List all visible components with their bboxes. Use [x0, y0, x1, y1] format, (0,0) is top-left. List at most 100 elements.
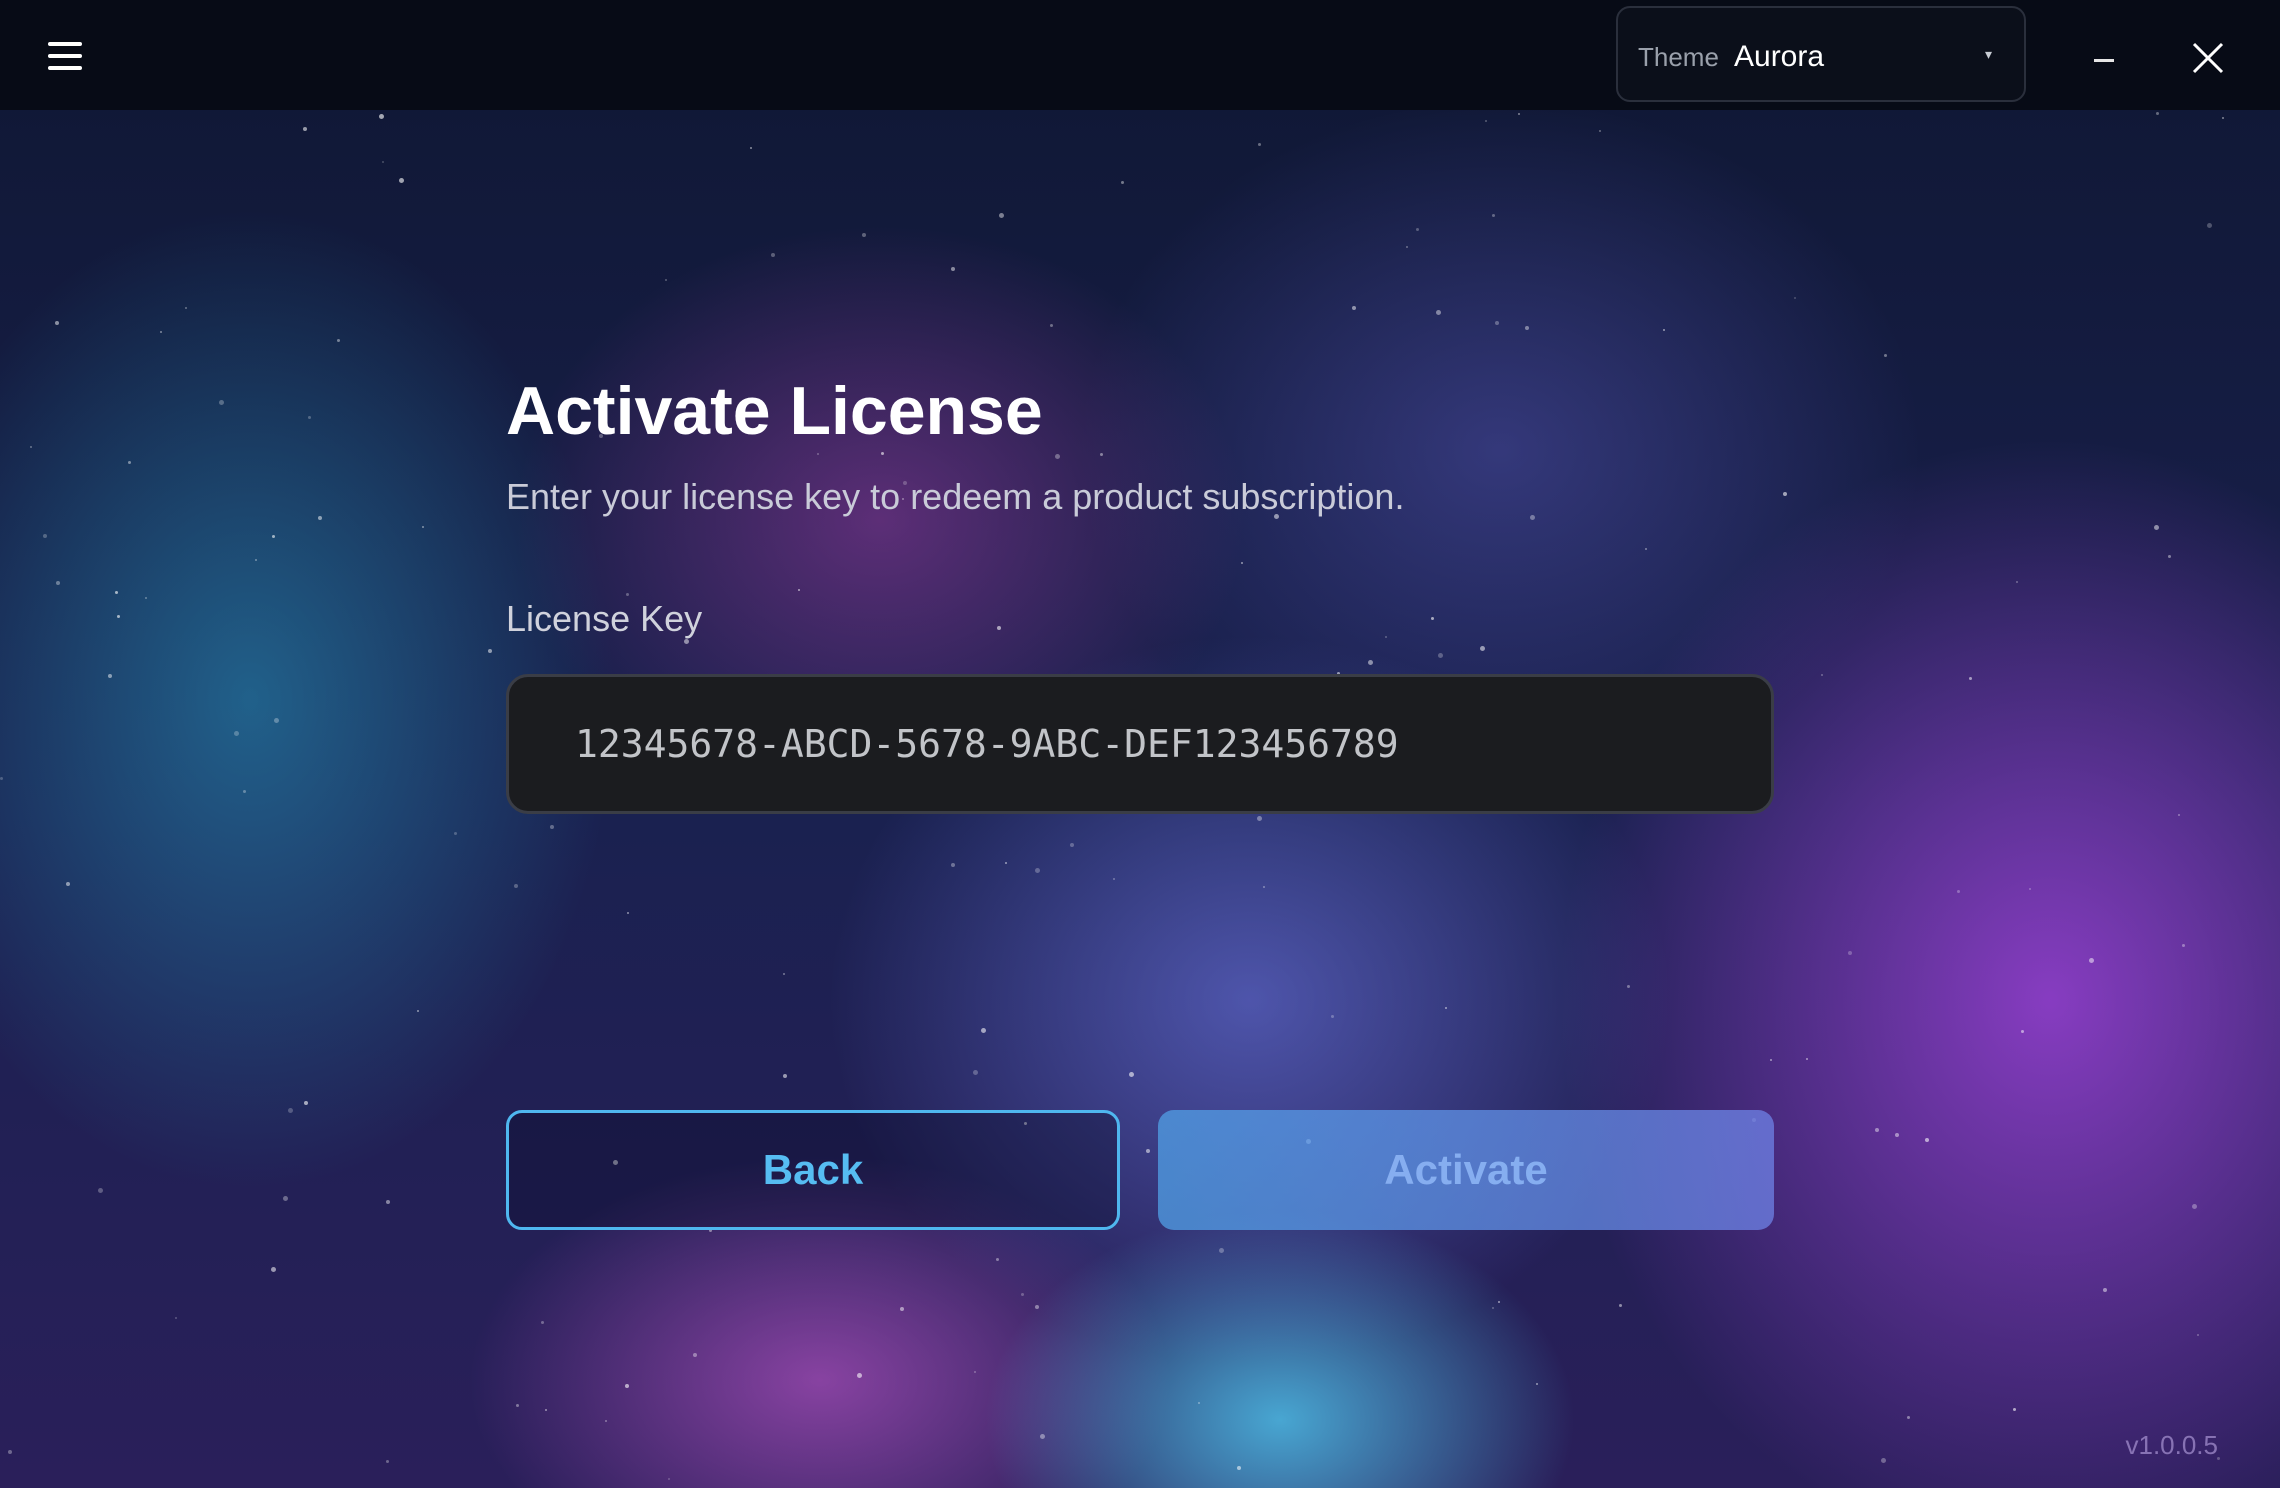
star-dot — [2154, 525, 2159, 530]
star-dot — [0, 777, 3, 780]
star-dot — [1875, 1128, 1879, 1132]
star-dot — [337, 339, 340, 342]
star-dot — [1113, 878, 1115, 880]
star-dot — [1881, 1458, 1886, 1463]
star-dot — [382, 161, 384, 163]
star-dot — [1198, 1402, 1200, 1404]
star-dot — [379, 114, 384, 119]
star-dot — [303, 127, 307, 131]
back-button[interactable]: Back — [506, 1110, 1120, 1230]
star-dot — [160, 331, 162, 333]
star-dot — [2182, 944, 2185, 947]
star-dot — [783, 973, 785, 975]
star-dot — [318, 516, 322, 520]
star-dot — [2207, 223, 2212, 228]
star-dot — [1806, 1058, 1808, 1060]
theme-dropdown[interactable]: Theme Aurora ▾ — [1616, 6, 2026, 102]
star-dot — [1258, 143, 1261, 146]
star-dot — [43, 534, 47, 538]
star-dot — [817, 453, 819, 455]
star-dot — [605, 1420, 607, 1422]
star-dot — [1536, 1383, 1538, 1385]
star-dot — [626, 593, 629, 596]
star-dot — [1480, 646, 1485, 651]
star-dot — [1263, 886, 1265, 888]
star-dot — [386, 1200, 390, 1204]
star-dot — [1663, 329, 1665, 331]
star-dot — [417, 1010, 419, 1012]
close-icon[interactable] — [2176, 20, 2240, 90]
star-dot — [1100, 453, 1103, 456]
version-label: v1.0.0.5 — [2125, 1430, 2218, 1460]
license-key-label: License Key — [506, 598, 703, 639]
star-dot — [1884, 354, 1887, 357]
star-dot — [1619, 1304, 1622, 1307]
star-dot — [1957, 890, 1960, 893]
star-dot — [1416, 228, 1419, 231]
star-dot — [1331, 1015, 1334, 1018]
star-dot — [1121, 181, 1124, 184]
star-dot — [2222, 117, 2224, 119]
license-key-input[interactable] — [506, 674, 1774, 814]
star-dot — [1495, 321, 1499, 325]
star-dot — [1021, 1293, 1024, 1296]
star-dot — [454, 832, 457, 835]
star-dot — [1368, 660, 1373, 665]
star-dot — [668, 1478, 670, 1480]
star-dot — [2029, 888, 2031, 890]
star-dot — [2156, 112, 2159, 115]
star-dot — [283, 1196, 288, 1201]
star-dot — [30, 446, 32, 448]
star-dot — [973, 1070, 978, 1075]
star-dot — [541, 1321, 544, 1324]
star-dot — [1492, 214, 1495, 217]
minimize-icon[interactable] — [2080, 20, 2144, 90]
star-dot — [1005, 862, 1007, 864]
activate-button[interactable]: Activate — [1158, 1110, 1774, 1230]
page-subtitle: Enter your license key to redeem a produ… — [506, 476, 1405, 517]
star-dot — [1055, 454, 1060, 459]
theme-selected-value: Aurora — [1734, 40, 1825, 73]
star-dot — [128, 461, 131, 464]
star-dot — [304, 1101, 308, 1105]
star-dot — [1050, 324, 1053, 327]
star-dot — [1498, 1301, 1500, 1303]
star-dot — [115, 591, 118, 594]
star-dot — [1237, 1466, 1241, 1470]
star-dot — [1645, 548, 1647, 550]
star-dot — [545, 1409, 547, 1411]
star-dot — [185, 307, 187, 309]
star-dot — [66, 882, 70, 886]
star-dot — [1895, 1133, 1899, 1137]
star-dot — [2168, 555, 2171, 558]
star-dot — [1385, 636, 1387, 638]
star-dot — [750, 147, 752, 149]
star-dot — [665, 279, 667, 281]
hamburger-menu-icon[interactable] — [44, 36, 88, 76]
star-dot — [1907, 1416, 1910, 1419]
star-dot — [288, 1108, 293, 1113]
star-dot — [2089, 958, 2094, 963]
star-dot — [627, 912, 629, 914]
star-dot — [1146, 1149, 1150, 1153]
star-dot — [996, 1258, 999, 1261]
star-dot — [1770, 1059, 1772, 1061]
star-dot — [1219, 1248, 1224, 1253]
star-dot — [771, 253, 775, 257]
star-dot — [488, 649, 492, 653]
star-dot — [1040, 1434, 1045, 1439]
star-dot — [1035, 868, 1040, 873]
star-dot — [1492, 1307, 1494, 1309]
page-title: Activate License — [506, 373, 1043, 449]
star-dot — [271, 1267, 276, 1272]
star-dot — [274, 718, 279, 723]
star-dot — [8, 1450, 12, 1454]
star-dot — [550, 825, 554, 829]
star-dot — [1406, 246, 1408, 248]
star-dot — [999, 213, 1004, 218]
star-dot — [857, 1373, 862, 1378]
star-dot — [783, 1074, 787, 1078]
star-dot — [693, 1353, 697, 1357]
star-dot — [98, 1188, 103, 1193]
star-dot — [308, 416, 311, 419]
